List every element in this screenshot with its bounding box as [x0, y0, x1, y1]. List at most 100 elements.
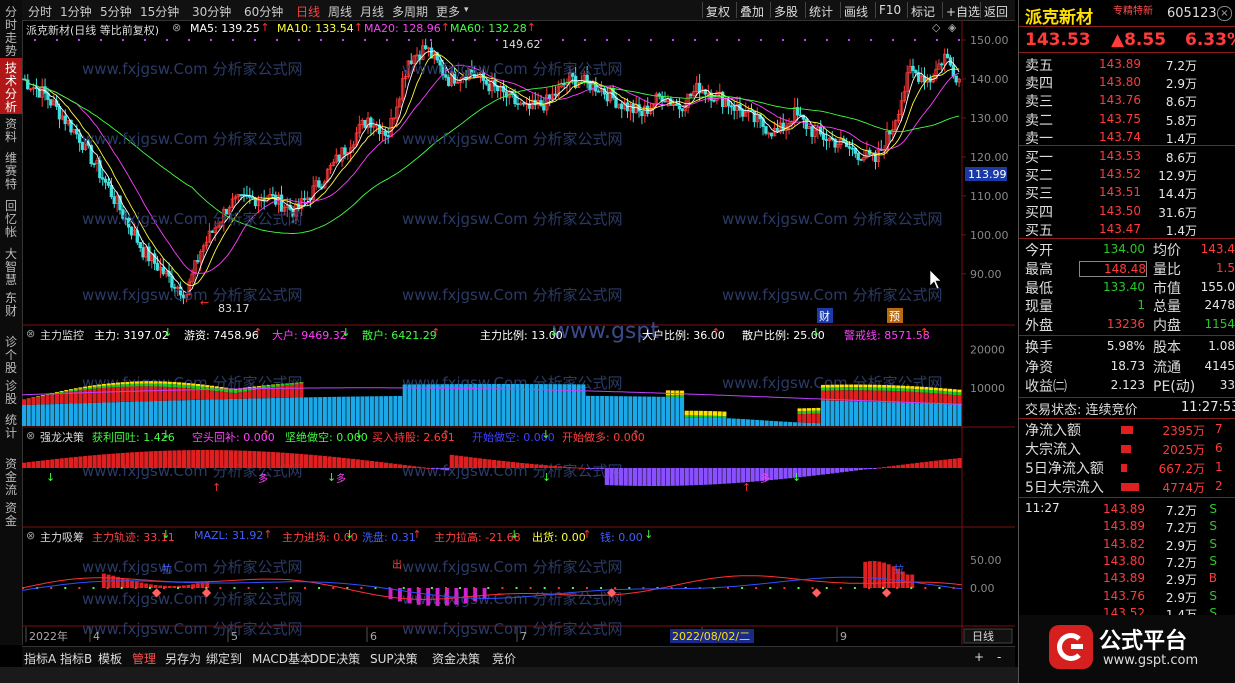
more-menu-icon[interactable]: ▾: [464, 5, 469, 15]
candle-body: [75, 128, 79, 135]
decision-bar: [398, 464, 403, 468]
toolbar-button[interactable]: +自选: [946, 3, 980, 20]
order-book-row[interactable]: 卖一 143.74 1.4万: [1019, 128, 1235, 147]
decision-bar: [703, 468, 708, 485]
order-book-row[interactable]: 买三 143.51 14.4万: [1019, 183, 1235, 202]
flow-bar: [252, 389, 257, 399]
timeframe-tab[interactable]: 1分钟: [60, 3, 92, 20]
indicator-tab[interactable]: 竞价: [492, 650, 516, 667]
order-book-row[interactable]: 卖五 143.89 7.2万: [1019, 55, 1235, 74]
order-book-row[interactable]: 卖四 143.80 2.9万: [1019, 73, 1235, 92]
flow-bar: [680, 395, 685, 398]
rail-item[interactable]: 诊股: [0, 376, 22, 410]
rail-item[interactable]: 资金流: [0, 454, 22, 498]
diamond-icon[interactable]: ◇: [932, 21, 940, 34]
order-book-row[interactable]: 买五 143.47 1.4万: [1019, 220, 1235, 239]
flow-bar: [590, 395, 595, 426]
expand-icon[interactable]: ◈: [948, 21, 956, 34]
decision-bar: [459, 456, 464, 468]
flow-bar: [139, 401, 144, 426]
order-level-label: 买四: [1025, 204, 1053, 221]
flow-bar: [797, 414, 802, 423]
indicator-tab[interactable]: 模板: [98, 650, 122, 667]
indicator-tab[interactable]: 管理: [132, 650, 156, 667]
toolbar-button[interactable]: 返回: [984, 3, 1008, 20]
chart-menu-icon[interactable]: ⊗: [172, 21, 181, 34]
flow-bar: [440, 384, 445, 426]
order-book-row[interactable]: 买四 143.50 31.6万: [1019, 202, 1235, 221]
indicator-tab[interactable]: MACD基本: [252, 650, 312, 667]
flow-value: 667.2万: [1158, 462, 1205, 476]
flow-bar: [177, 384, 182, 388]
toolbar-button[interactable]: 画线: [844, 3, 868, 20]
rail-item[interactable]: 技术分析: [0, 58, 22, 114]
decision-bar: [177, 450, 182, 468]
rail-item[interactable]: 资金: [0, 498, 22, 542]
decision-bar: [407, 465, 412, 468]
rail-item[interactable]: 分时走势: [0, 2, 22, 58]
flow-bar: [835, 387, 840, 391]
rail-item[interactable]: 资料: [0, 114, 22, 148]
panel-menu-icon[interactable]: ⊗: [26, 327, 35, 340]
order-book-row[interactable]: 买二 143.52 12.9万: [1019, 165, 1235, 184]
panel-menu-icon[interactable]: ⊗: [26, 529, 35, 542]
toolbar-button[interactable]: 复权: [706, 3, 730, 20]
decision-bar: [73, 456, 78, 468]
rail-item[interactable]: 回忆帐: [0, 196, 22, 244]
toolbar-button[interactable]: 叠加: [740, 3, 764, 20]
candle-body: [109, 185, 114, 198]
timeframe-tab[interactable]: 多周期: [392, 3, 428, 20]
close-icon[interactable]: ×: [1217, 6, 1232, 21]
toolbar-button[interactable]: 统计: [809, 3, 833, 20]
toolbar-button[interactable]: 标记: [911, 3, 935, 20]
timeframe-tab[interactable]: 周线: [328, 3, 352, 20]
rail-item[interactable]: 诊个股: [0, 332, 22, 376]
decision-bar: [412, 466, 417, 468]
indicator-tab[interactable]: SUP决策: [370, 650, 418, 667]
order-book-row[interactable]: 卖二 143.75 5.8万: [1019, 110, 1235, 129]
rail-item[interactable]: 大智慧: [0, 244, 22, 288]
order-book-row[interactable]: 卖三 143.76 8.6万: [1019, 91, 1235, 110]
timeframe-tab[interactable]: 60分钟: [244, 3, 283, 20]
tick-price: 143.89: [1103, 502, 1145, 516]
minus-icon[interactable]: -: [997, 650, 1001, 664]
timeframe-tab[interactable]: 30分钟: [192, 3, 231, 20]
timeframe-tab[interactable]: 日线: [296, 3, 320, 20]
signal-tag: 拉: [894, 563, 904, 576]
rail-item[interactable]: 东财: [0, 288, 22, 332]
signal-dot: [501, 587, 504, 589]
flow-bar: [665, 390, 670, 395]
flow-bar: [125, 381, 130, 384]
order-level-label: 卖二: [1025, 112, 1053, 129]
timeframe-tab[interactable]: 5分钟: [100, 3, 132, 20]
timeframe-tab[interactable]: 分时: [28, 3, 52, 20]
flow-bar: [689, 417, 694, 426]
decision-bar: [379, 462, 384, 468]
toolbar-button[interactable]: F10: [879, 3, 901, 17]
indicator-tab[interactable]: DDE决策: [310, 650, 360, 667]
indicator-tab[interactable]: 另存为: [165, 650, 201, 667]
toolbar-button[interactable]: 多股: [774, 3, 798, 20]
indicator-tab[interactable]: 指标A: [24, 650, 56, 667]
order-book-row[interactable]: 买一 143.53 8.6万: [1019, 147, 1235, 166]
candle-body: [317, 180, 321, 188]
timeframe-tab[interactable]: 月线: [360, 3, 384, 20]
order-price: 143.52: [1099, 167, 1141, 182]
flow-bar: [863, 390, 868, 402]
flow-bar: [26, 404, 31, 426]
panel-menu-icon[interactable]: ⊗: [26, 429, 35, 442]
ma-label: MA10: 133.54: [277, 22, 354, 35]
flow-bar: [158, 386, 163, 401]
timeframe-tab[interactable]: 15分钟: [140, 3, 179, 20]
timeframe-tab[interactable]: 更多: [436, 3, 460, 20]
add-icon[interactable]: +: [974, 650, 984, 664]
indicator-tab[interactable]: 资金决策: [432, 650, 480, 667]
rail-item[interactable]: 统计: [0, 410, 22, 454]
rail-item[interactable]: 维赛特: [0, 148, 22, 196]
decision-bar: [609, 468, 614, 486]
trade-status-label: 交易状态: 连续竞价: [1025, 403, 1138, 418]
signal-dot: [188, 39, 190, 41]
flow-bar: [177, 400, 182, 426]
indicator-tab[interactable]: 绑定到: [206, 650, 242, 667]
indicator-tab[interactable]: 指标B: [60, 650, 92, 667]
